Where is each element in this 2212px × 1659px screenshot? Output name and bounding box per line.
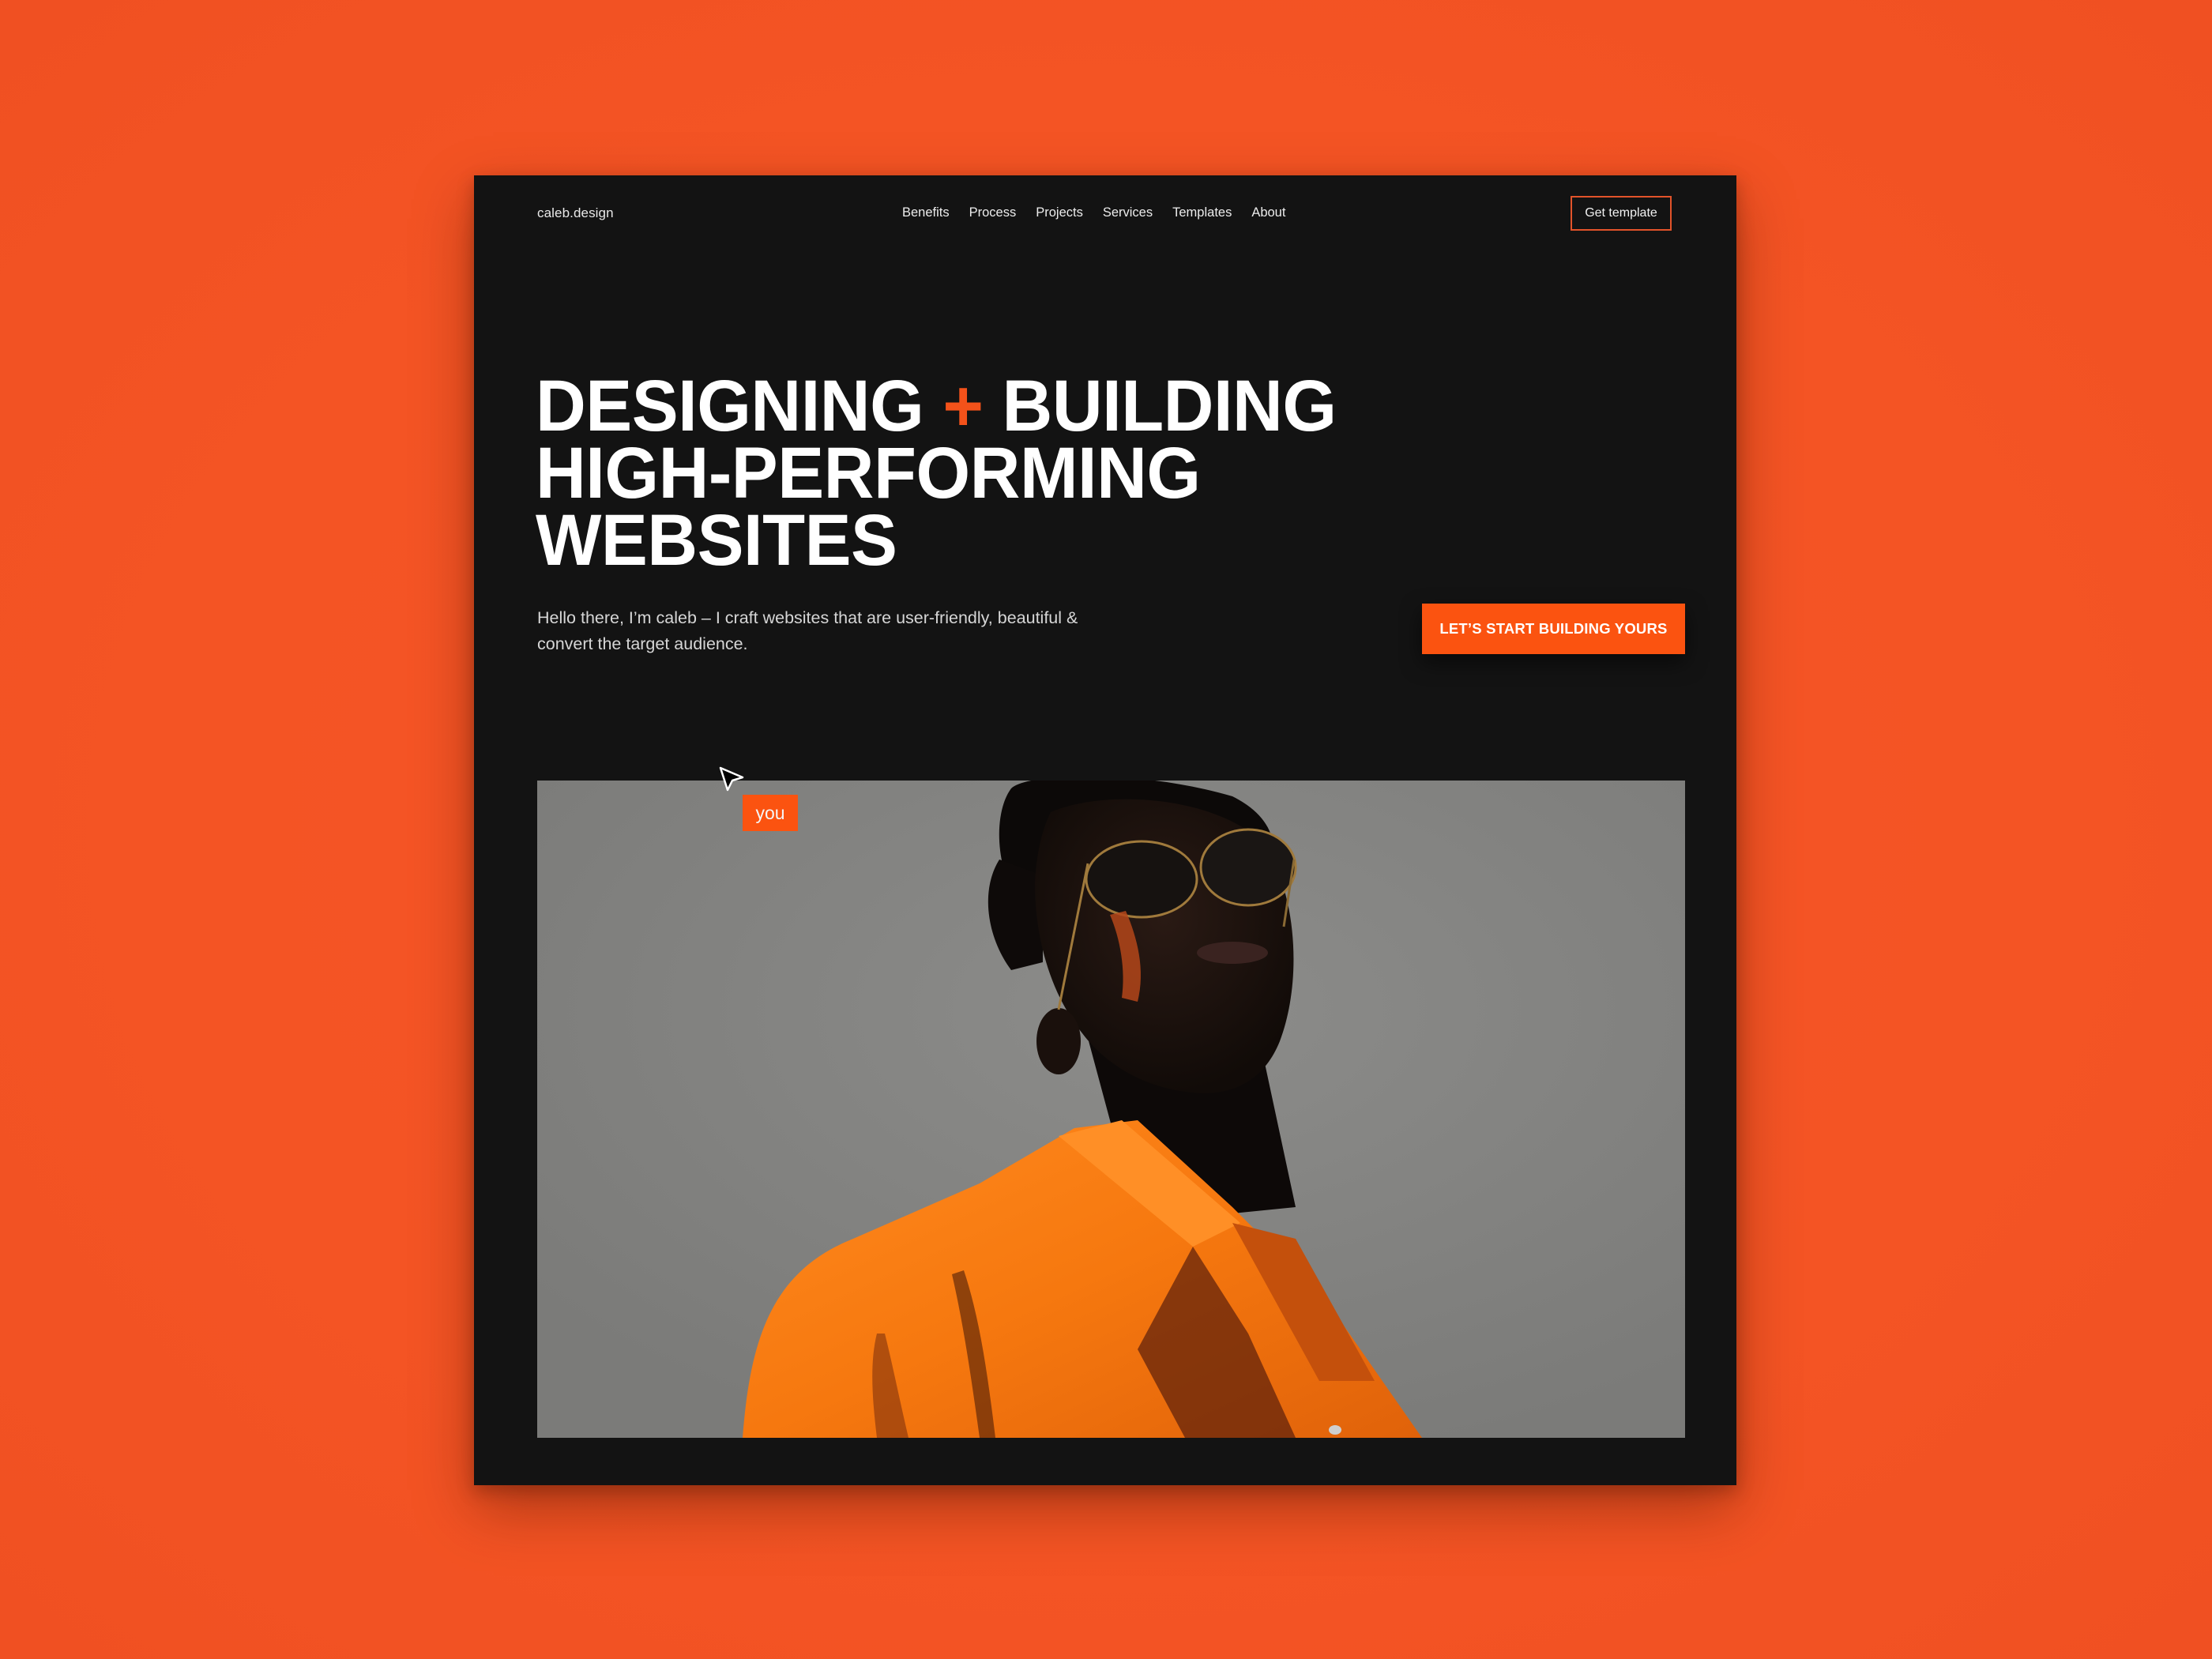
hero-portrait-image (537, 781, 1685, 1438)
start-building-button[interactable]: LET’S START BUILDING YOURS (1422, 604, 1685, 654)
cursor-name-tag: you (743, 795, 798, 831)
nav-link-process[interactable]: Process (969, 205, 1017, 220)
nav-link-templates[interactable]: Templates (1172, 205, 1232, 220)
nav-link-projects[interactable]: Projects (1036, 205, 1083, 220)
mouse-pointer-icon (719, 766, 744, 792)
hero-headline: DESIGNING + BUILDING HIGH-PERFORMING WEB… (536, 370, 1337, 577)
nav-link-about[interactable]: About (1251, 205, 1285, 220)
website-card: caleb.design Benefits Process Projects S… (474, 175, 1736, 1485)
main-nav: Benefits Process Projects Services Templ… (902, 205, 1305, 220)
site-logo[interactable]: caleb.design (537, 205, 614, 221)
nav-link-benefits[interactable]: Benefits (902, 205, 950, 220)
portrait-illustration (537, 781, 1685, 1438)
hero-subtext: Hello there, I’m caleb – I craft website… (537, 608, 1078, 653)
get-template-button[interactable]: Get template (1571, 196, 1672, 231)
nav-link-services[interactable]: Services (1103, 205, 1153, 220)
headline-websites: WEBSITES (536, 500, 897, 581)
